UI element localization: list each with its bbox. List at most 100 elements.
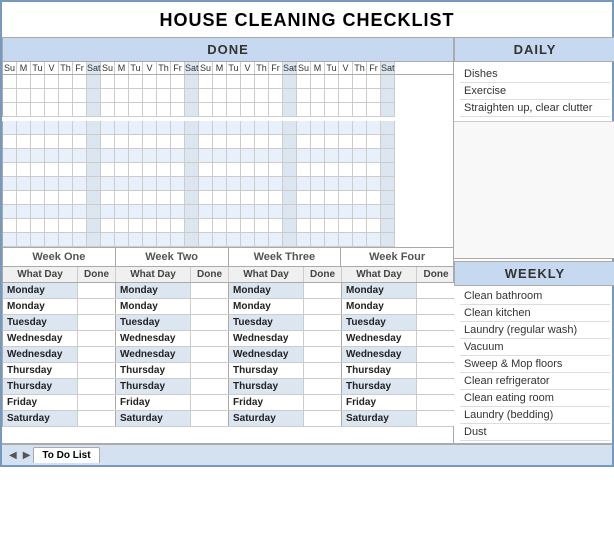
sched-done-1[interactable] <box>78 331 116 346</box>
cell[interactable] <box>353 89 367 103</box>
sched-done-4[interactable] <box>417 347 455 362</box>
sched-done-4[interactable] <box>417 299 455 314</box>
cell[interactable] <box>101 89 115 103</box>
cell[interactable] <box>353 149 367 163</box>
cell[interactable] <box>31 103 45 117</box>
cell[interactable] <box>31 89 45 103</box>
cell[interactable] <box>59 135 73 149</box>
cell[interactable] <box>241 163 255 177</box>
cell[interactable] <box>73 177 87 191</box>
cell[interactable] <box>297 191 311 205</box>
cell[interactable] <box>311 135 325 149</box>
cell[interactable] <box>339 89 353 103</box>
sched-done-2[interactable] <box>191 347 229 362</box>
sched-done-2[interactable] <box>191 299 229 314</box>
cell[interactable] <box>143 191 157 205</box>
cell[interactable] <box>45 75 59 89</box>
sched-done-3[interactable] <box>304 315 342 330</box>
sched-done-2[interactable] <box>191 379 229 394</box>
cell[interactable] <box>171 75 185 89</box>
cell[interactable] <box>311 89 325 103</box>
cell[interactable] <box>59 177 73 191</box>
cell[interactable] <box>255 89 269 103</box>
cell[interactable] <box>311 205 325 219</box>
cell[interactable] <box>255 149 269 163</box>
cell[interactable] <box>269 149 283 163</box>
cell[interactable] <box>17 121 31 135</box>
cell[interactable] <box>353 219 367 233</box>
cell[interactable] <box>129 177 143 191</box>
cell[interactable] <box>3 233 17 247</box>
cell[interactable] <box>143 135 157 149</box>
cell[interactable] <box>255 191 269 205</box>
sched-done-1[interactable] <box>78 347 116 362</box>
cell[interactable] <box>199 219 213 233</box>
cell[interactable] <box>73 233 87 247</box>
cell[interactable] <box>213 103 227 117</box>
cell[interactable] <box>213 233 227 247</box>
cell[interactable] <box>3 89 17 103</box>
cell[interactable] <box>283 103 297 117</box>
cell[interactable] <box>31 191 45 205</box>
cell[interactable] <box>115 89 129 103</box>
cell[interactable] <box>87 163 101 177</box>
cell[interactable] <box>17 219 31 233</box>
cell[interactable] <box>87 103 101 117</box>
cell[interactable] <box>185 177 199 191</box>
cell[interactable] <box>227 177 241 191</box>
cell[interactable] <box>157 135 171 149</box>
cell[interactable] <box>269 205 283 219</box>
cell[interactable] <box>297 233 311 247</box>
cell[interactable] <box>311 121 325 135</box>
cell[interactable] <box>297 205 311 219</box>
cell[interactable] <box>325 103 339 117</box>
cell[interactable] <box>143 163 157 177</box>
cell[interactable] <box>241 219 255 233</box>
cell[interactable] <box>157 121 171 135</box>
cell[interactable] <box>157 205 171 219</box>
cell[interactable] <box>101 121 115 135</box>
cell[interactable] <box>3 135 17 149</box>
cell[interactable] <box>45 149 59 163</box>
cell[interactable] <box>255 233 269 247</box>
cell[interactable] <box>45 89 59 103</box>
cell[interactable] <box>115 103 129 117</box>
cell[interactable] <box>143 233 157 247</box>
cell[interactable] <box>283 191 297 205</box>
cell[interactable] <box>31 219 45 233</box>
cell[interactable] <box>171 191 185 205</box>
cell[interactable] <box>311 219 325 233</box>
cell[interactable] <box>227 205 241 219</box>
cell[interactable] <box>255 177 269 191</box>
sched-done-2[interactable] <box>191 331 229 346</box>
cell[interactable] <box>171 233 185 247</box>
cell[interactable] <box>45 177 59 191</box>
cell[interactable] <box>283 205 297 219</box>
cell[interactable] <box>241 103 255 117</box>
cell[interactable] <box>143 205 157 219</box>
cell[interactable] <box>213 177 227 191</box>
cell[interactable] <box>101 219 115 233</box>
cell[interactable] <box>73 103 87 117</box>
cell[interactable] <box>227 135 241 149</box>
cell[interactable] <box>101 103 115 117</box>
cell[interactable] <box>199 135 213 149</box>
cell[interactable] <box>17 191 31 205</box>
sched-done-3[interactable] <box>304 379 342 394</box>
cell[interactable] <box>157 191 171 205</box>
cell[interactable] <box>87 191 101 205</box>
cell[interactable] <box>157 149 171 163</box>
cell[interactable] <box>367 135 381 149</box>
cell[interactable] <box>283 75 297 89</box>
cell[interactable] <box>171 205 185 219</box>
cell[interactable] <box>101 233 115 247</box>
cell[interactable] <box>353 75 367 89</box>
cell[interactable] <box>185 191 199 205</box>
cell[interactable] <box>101 149 115 163</box>
cell[interactable] <box>59 233 73 247</box>
cell[interactable] <box>199 177 213 191</box>
cell[interactable] <box>129 163 143 177</box>
cell[interactable] <box>227 89 241 103</box>
cell[interactable] <box>59 191 73 205</box>
sched-done-4[interactable] <box>417 395 455 410</box>
